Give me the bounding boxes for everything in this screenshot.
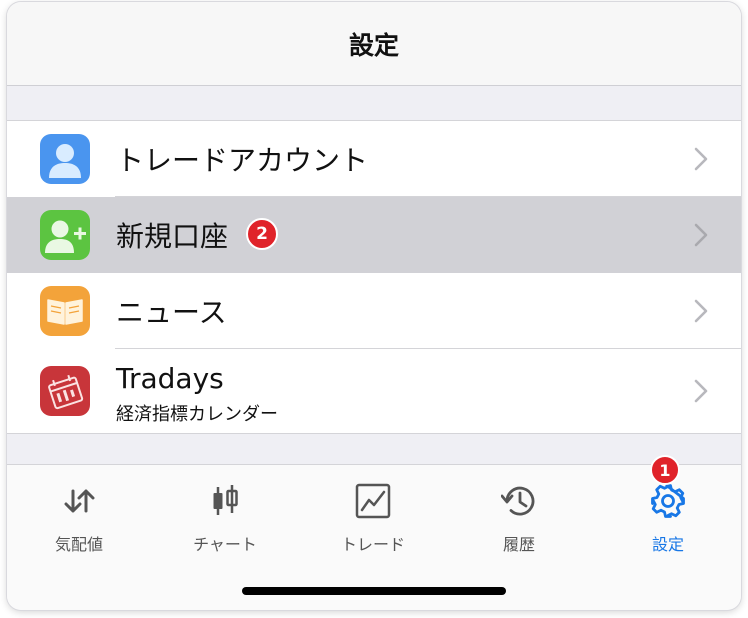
person-icon bbox=[40, 134, 90, 184]
page-title: 設定 bbox=[348, 30, 399, 60]
notification-badge: 2 bbox=[246, 218, 278, 250]
tab-chart[interactable]: チャート bbox=[165, 479, 285, 559]
settings-row-tradays[interactable]: Tradays 経済指標カレンダー bbox=[7, 349, 741, 433]
tab-label: 気配値 bbox=[54, 535, 103, 554]
gear-icon bbox=[651, 484, 685, 518]
notification-badge: 1 bbox=[650, 455, 680, 485]
chevron-right-icon bbox=[694, 223, 708, 247]
trade-chart-icon bbox=[355, 483, 391, 519]
candlestick-icon bbox=[213, 485, 238, 515]
tab-trade[interactable]: トレード bbox=[313, 479, 433, 559]
add-person-icon bbox=[40, 210, 90, 260]
tab-history[interactable]: 履歴 bbox=[459, 479, 579, 559]
calendar-icon bbox=[40, 366, 90, 416]
settings-row-label: 新規口座 bbox=[116, 220, 229, 253]
tab-bar: 気配値 チャート トレード 履歴 設定 1 bbox=[7, 455, 741, 610]
tab-label: チャート bbox=[193, 535, 257, 554]
phone-screen: 設定 トレードアカウント 新規口座 2 ニュース Tradays 経済指標カレン… bbox=[7, 2, 741, 610]
settings-row-trade-account[interactable]: トレードアカウント bbox=[7, 121, 741, 197]
settings-row-label: Tradays bbox=[116, 362, 224, 395]
quotes-arrows-icon bbox=[64, 489, 95, 513]
tab-label: 設定 bbox=[651, 535, 684, 554]
settings-row-news[interactable]: ニュース bbox=[7, 273, 741, 349]
book-icon bbox=[40, 286, 90, 336]
tab-quotes[interactable]: 気配値 bbox=[19, 479, 139, 559]
settings-row-label: ニュース bbox=[116, 296, 227, 329]
tab-label: トレード bbox=[340, 535, 405, 554]
chevron-right-icon bbox=[694, 379, 708, 403]
chevron-right-icon bbox=[694, 299, 708, 323]
tab-label: 履歴 bbox=[502, 535, 535, 554]
settings-row-sublabel: 経済指標カレンダー bbox=[116, 404, 278, 425]
settings-row-new-account[interactable]: 新規口座 2 bbox=[7, 197, 741, 273]
history-icon bbox=[501, 486, 535, 516]
navigation-bar: 設定 bbox=[7, 2, 741, 86]
chevron-right-icon bbox=[694, 147, 708, 171]
home-indicator[interactable] bbox=[242, 587, 506, 595]
settings-list: トレードアカウント 新規口座 2 ニュース Tradays 経済指標カレンダー bbox=[7, 120, 741, 434]
tab-settings[interactable]: 設定 bbox=[608, 479, 728, 559]
settings-row-label: トレードアカウント bbox=[116, 144, 369, 177]
